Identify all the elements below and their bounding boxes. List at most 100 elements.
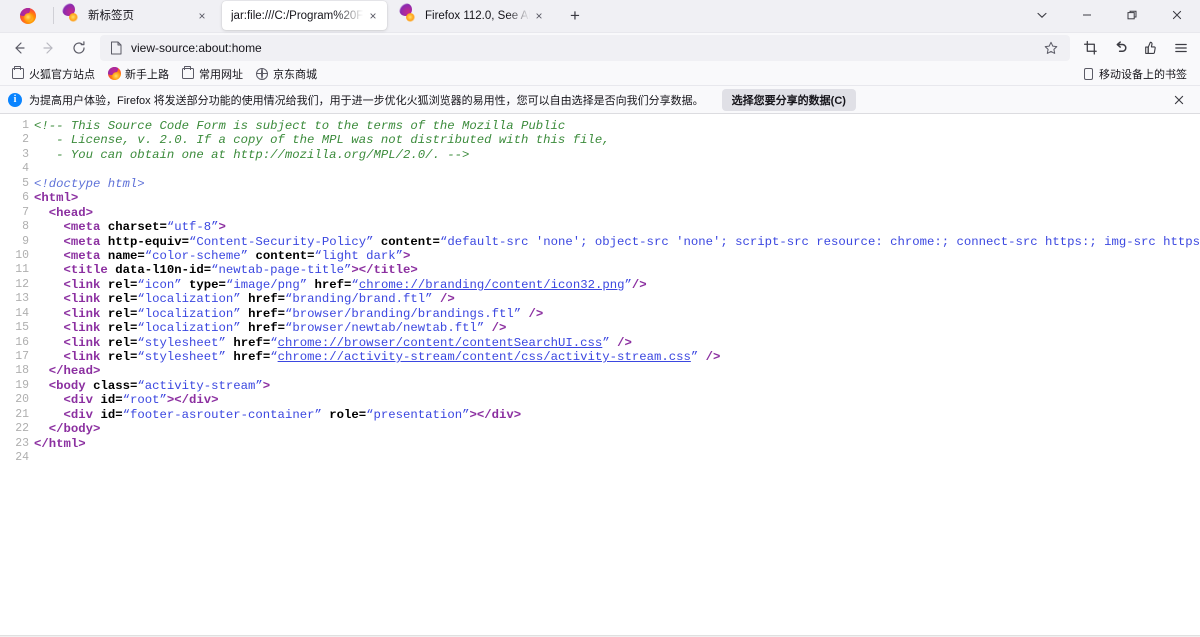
line-content: <div id=“root”></div>: [34, 393, 1200, 407]
line-content: [34, 451, 1200, 465]
sync-back-arrow-icon[interactable]: [1106, 35, 1136, 61]
code-attribute: href=: [248, 292, 285, 306]
tab-new-tab[interactable]: 新标签页 ×: [56, 1, 216, 30]
tab-close-icon[interactable]: ×: [531, 8, 547, 24]
line-content: [34, 162, 1200, 176]
code-text: [521, 307, 528, 321]
minimize-button[interactable]: [1064, 0, 1109, 31]
source-line: 17 <link rel=“stylesheet” href=“chrome:/…: [0, 350, 1200, 364]
notification-close-icon[interactable]: [1168, 89, 1190, 111]
restore-button[interactable]: [1109, 0, 1154, 31]
code-tag: <html>: [34, 191, 78, 205]
source-line: 15 <link rel=“localization” href=“browse…: [0, 321, 1200, 335]
bookmark-item-getting-started[interactable]: 新手上路: [102, 64, 174, 84]
info-icon: i: [8, 93, 22, 107]
list-all-tabs-chevron-down-icon[interactable]: [1019, 0, 1064, 31]
code-value: “localization”: [137, 307, 240, 321]
bookmark-item-mobile-bookmarks[interactable]: 移动设备上的书签: [1076, 64, 1192, 84]
code-attribute: id=: [100, 393, 122, 407]
navigation-toolbar: view-source:about:home: [0, 33, 1200, 62]
code-attribute: href=: [248, 307, 285, 321]
code-value: “browser/branding/brandings.ftl”: [285, 307, 521, 321]
address-bar-value[interactable]: view-source:about:home: [131, 41, 1040, 55]
code-link[interactable]: chrome://browser/content/contentSearchUI…: [278, 336, 603, 350]
code-text: [34, 336, 64, 350]
address-bar[interactable]: view-source:about:home: [100, 35, 1070, 61]
close-window-button[interactable]: [1154, 0, 1200, 31]
bookmark-item-firefox-official[interactable]: 火狐官方站点: [6, 64, 100, 84]
new-tab-button[interactable]: +: [561, 1, 589, 29]
code-comment: - You can obtain one at http://mozilla.o…: [34, 148, 469, 162]
code-tag: ></div>: [167, 393, 219, 407]
code-tag: <title: [64, 263, 108, 277]
line-number: 18: [0, 364, 34, 378]
firefox-logo-icon: [402, 8, 418, 24]
code-tag: </body>: [49, 422, 101, 436]
code-link[interactable]: chrome://activity-stream/content/css/act…: [278, 350, 691, 364]
tab-close-icon[interactable]: ×: [365, 8, 381, 24]
choose-shared-data-button[interactable]: 选择您要分享的数据(C): [722, 89, 856, 111]
code-comment: - License, v. 2.0. If a copy of the MPL …: [34, 133, 610, 147]
code-tag: />: [492, 321, 507, 335]
line-content: <link rel=“stylesheet” href=“chrome://br…: [34, 336, 1200, 350]
code-tag: <link: [64, 307, 101, 321]
line-content: <link rel=“localization” href=“browser/b…: [34, 307, 1200, 321]
tab-close-icon[interactable]: ×: [194, 8, 210, 24]
tab-pinned-firefox[interactable]: [6, 1, 50, 30]
bookmark-item-jd-mall[interactable]: 京东商城: [250, 64, 322, 84]
app-menu-icon[interactable]: [1166, 35, 1196, 61]
view-source-content[interactable]: 1<!-- This Source Code Form is subject t…: [0, 114, 1200, 635]
line-number: 8: [0, 220, 34, 234]
source-line: 12 <link rel=“icon” type=“image/png” hre…: [0, 278, 1200, 292]
code-tag: />: [529, 307, 544, 321]
telemetry-notification-bar: i 为提高用户体验，Firefox 将发送部分功能的使用情况给我们，用于进一步优…: [0, 86, 1200, 114]
tab-active-view-source[interactable]: jar:file:///C:/Program%20Files/Mo ×: [222, 1, 387, 30]
code-text: [100, 350, 107, 364]
code-attribute: rel=: [108, 336, 138, 350]
code-text: [100, 278, 107, 292]
line-content: <meta name=“color-scheme” content=“light…: [34, 249, 1200, 263]
line-content: </html>: [34, 437, 1200, 451]
line-number: 4: [0, 162, 34, 176]
tab-firefox-release-notes[interactable]: Firefox 112.0, See All New Fea ×: [393, 1, 553, 30]
code-tag: >: [219, 220, 226, 234]
line-content: <!-- This Source Code Form is subject to…: [34, 119, 1200, 133]
code-text: [241, 292, 248, 306]
code-tag: />: [617, 336, 632, 350]
forward-button[interactable]: [34, 35, 64, 61]
firefox-logo-icon: [107, 67, 121, 81]
code-value: “light dark”: [314, 249, 403, 263]
code-attribute: http-equiv=: [108, 235, 189, 249]
bookmark-item-common-sites[interactable]: 常用网址: [176, 64, 248, 84]
line-number: 17: [0, 350, 34, 364]
reload-button[interactable]: [64, 35, 94, 61]
code-value: ”: [602, 336, 609, 350]
bookmark-label: 移动设备上的书签: [1099, 66, 1187, 82]
pocket-save-icon[interactable]: [1136, 35, 1166, 61]
code-tag: </html>: [34, 437, 86, 451]
source-line: 7 <head>: [0, 206, 1200, 220]
page-document-icon: [108, 41, 124, 55]
line-content: <meta charset=“utf-8”>: [34, 220, 1200, 234]
bookmark-label: 常用网址: [199, 66, 243, 82]
code-text: [241, 307, 248, 321]
back-button[interactable]: [4, 35, 34, 61]
source-line: 14 <link rel=“localization” href=“browse…: [0, 307, 1200, 321]
source-line: 9 <meta http-equiv=“Content-Security-Pol…: [0, 235, 1200, 249]
line-number: 5: [0, 177, 34, 191]
line-content: <div id=“footer-asrouter-container” role…: [34, 408, 1200, 422]
code-tag: <link: [64, 350, 101, 364]
source-line: 6<html>: [0, 191, 1200, 205]
code-tag: />: [706, 350, 721, 364]
code-attribute: class=: [93, 379, 137, 393]
code-comment: <!-- This Source Code Form is subject to…: [34, 119, 565, 133]
code-link[interactable]: chrome://branding/content/icon32.png: [359, 278, 625, 292]
bookmark-star-icon[interactable]: [1040, 41, 1062, 55]
firefox-logo-icon: [20, 8, 36, 24]
screenshot-icon[interactable]: [1076, 35, 1106, 61]
code-value: “: [351, 278, 358, 292]
code-tag: <link: [64, 278, 101, 292]
code-value: “localization”: [137, 292, 240, 306]
line-content: </head>: [34, 364, 1200, 378]
code-text: [34, 220, 64, 234]
